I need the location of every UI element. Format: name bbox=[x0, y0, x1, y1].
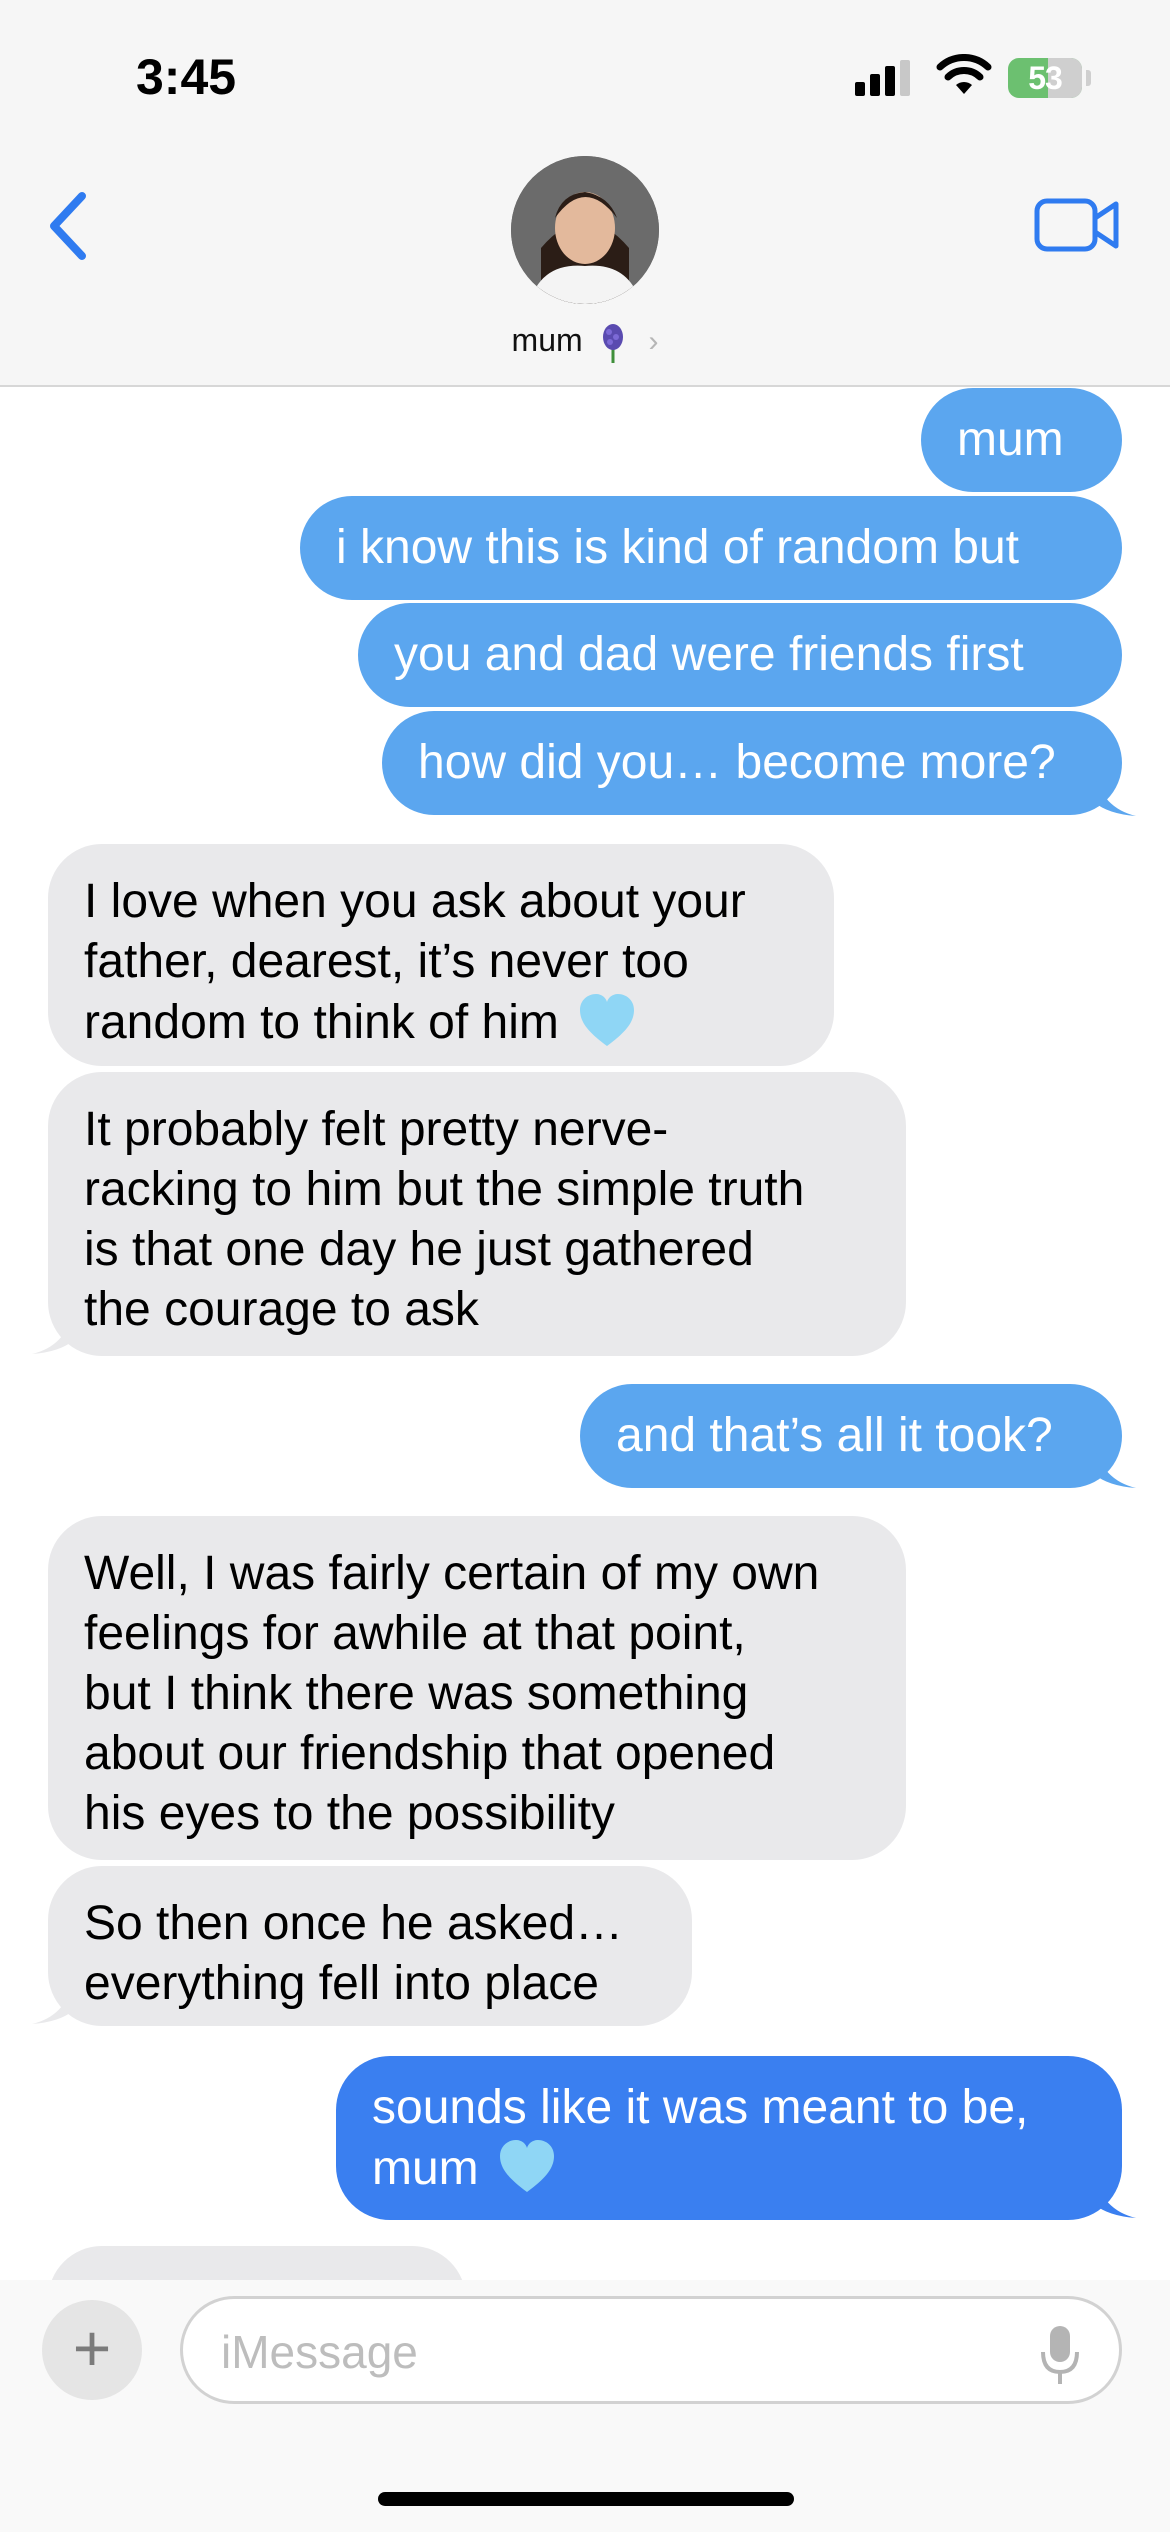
microphone-icon[interactable] bbox=[1040, 2324, 1080, 2386]
chevron-right-icon: › bbox=[648, 325, 659, 358]
battery-icon: 53 bbox=[1008, 58, 1082, 98]
message-bubble-outgoing[interactable]: mum bbox=[921, 388, 1122, 492]
message-line: father, dearest, it’s never too bbox=[84, 935, 689, 988]
plus-icon[interactable]: + bbox=[42, 2300, 142, 2400]
message-line: sounds like it was meant to be, bbox=[372, 2081, 1029, 2134]
message-bubble-outgoing[interactable]: and that’s all it took? bbox=[580, 1384, 1122, 1488]
bubble-tail bbox=[1094, 772, 1136, 816]
message-text: mum bbox=[957, 413, 1064, 466]
message-line: his eyes to the possibility bbox=[84, 1787, 615, 1840]
bubble-tail bbox=[1094, 1444, 1136, 1488]
contact-name-button[interactable]: mum › bbox=[0, 322, 1170, 363]
message-bubble-incoming[interactable]: I love when you ask about your father, d… bbox=[48, 844, 834, 1066]
status-time: 3:45 bbox=[136, 49, 237, 105]
battery-level: 53 bbox=[1028, 60, 1063, 96]
chevron-left-icon[interactable] bbox=[44, 190, 94, 262]
message-bubble-outgoing[interactable]: sounds like it was meant to be, mum bbox=[336, 2056, 1122, 2220]
bubble-tail bbox=[32, 1980, 74, 2024]
wifi-icon bbox=[936, 54, 992, 94]
message-bubble-outgoing[interactable]: i know this is kind of random but bbox=[300, 496, 1122, 600]
message-line: mum bbox=[372, 2142, 479, 2195]
light-blue-heart-emoji bbox=[500, 2140, 555, 2192]
bubble-tail bbox=[1094, 2174, 1136, 2218]
message-line: about our friendship that opened bbox=[84, 1727, 776, 1780]
contact-avatar[interactable] bbox=[511, 156, 659, 304]
conversation-header: 3:45 53 mum › bbox=[0, 0, 1170, 387]
message-text: how did you… become more? bbox=[418, 736, 1056, 789]
video-icon[interactable] bbox=[1034, 196, 1120, 254]
contact-name: mum bbox=[511, 322, 583, 358]
message-line: but I think there was something bbox=[84, 1667, 749, 1720]
message-bubble-outgoing[interactable]: how did you… become more? bbox=[382, 711, 1122, 815]
message-line: feelings for awhile at that point, bbox=[84, 1607, 746, 1660]
message-line: random to think of him bbox=[84, 996, 559, 1049]
message-line: is that one day he just gathered bbox=[84, 1223, 754, 1276]
home-indicator bbox=[378, 2492, 794, 2506]
message-line: It probably felt pretty nerve- bbox=[84, 1103, 669, 1156]
cellular-signal-icon bbox=[855, 60, 915, 96]
message-bubble-incoming[interactable]: Well, I was fairly certain of my own fee… bbox=[48, 1516, 906, 1860]
message-bubble-outgoing[interactable]: you and dad were friends first bbox=[358, 603, 1122, 707]
message-input[interactable]: iMessage bbox=[180, 2296, 1122, 2404]
bubble-tail bbox=[32, 1310, 74, 1354]
light-blue-heart-emoji bbox=[580, 994, 635, 1046]
message-line: racking to him but the simple truth bbox=[84, 1163, 805, 1216]
message-text: i know this is kind of random but bbox=[336, 521, 1019, 574]
message-input-placeholder: iMessage bbox=[221, 2326, 418, 2378]
message-text: and that’s all it took? bbox=[616, 1409, 1053, 1462]
hyacinth-emoji bbox=[602, 323, 623, 363]
message-line: the courage to ask bbox=[84, 1283, 479, 1336]
message-line: So then once he asked… bbox=[84, 1897, 624, 1950]
message-bubble-incoming[interactable]: It probably felt pretty nerve- racking t… bbox=[48, 1072, 906, 1356]
message-bubble-incoming[interactable]: So then once he asked… everything fell i… bbox=[48, 1866, 692, 2026]
message-text: you and dad were friends first bbox=[394, 628, 1024, 681]
message-line: everything fell into place bbox=[84, 1957, 599, 2010]
message-line: I love when you ask about your bbox=[84, 875, 746, 928]
message-line: Well, I was fairly certain of my own bbox=[84, 1547, 820, 1600]
